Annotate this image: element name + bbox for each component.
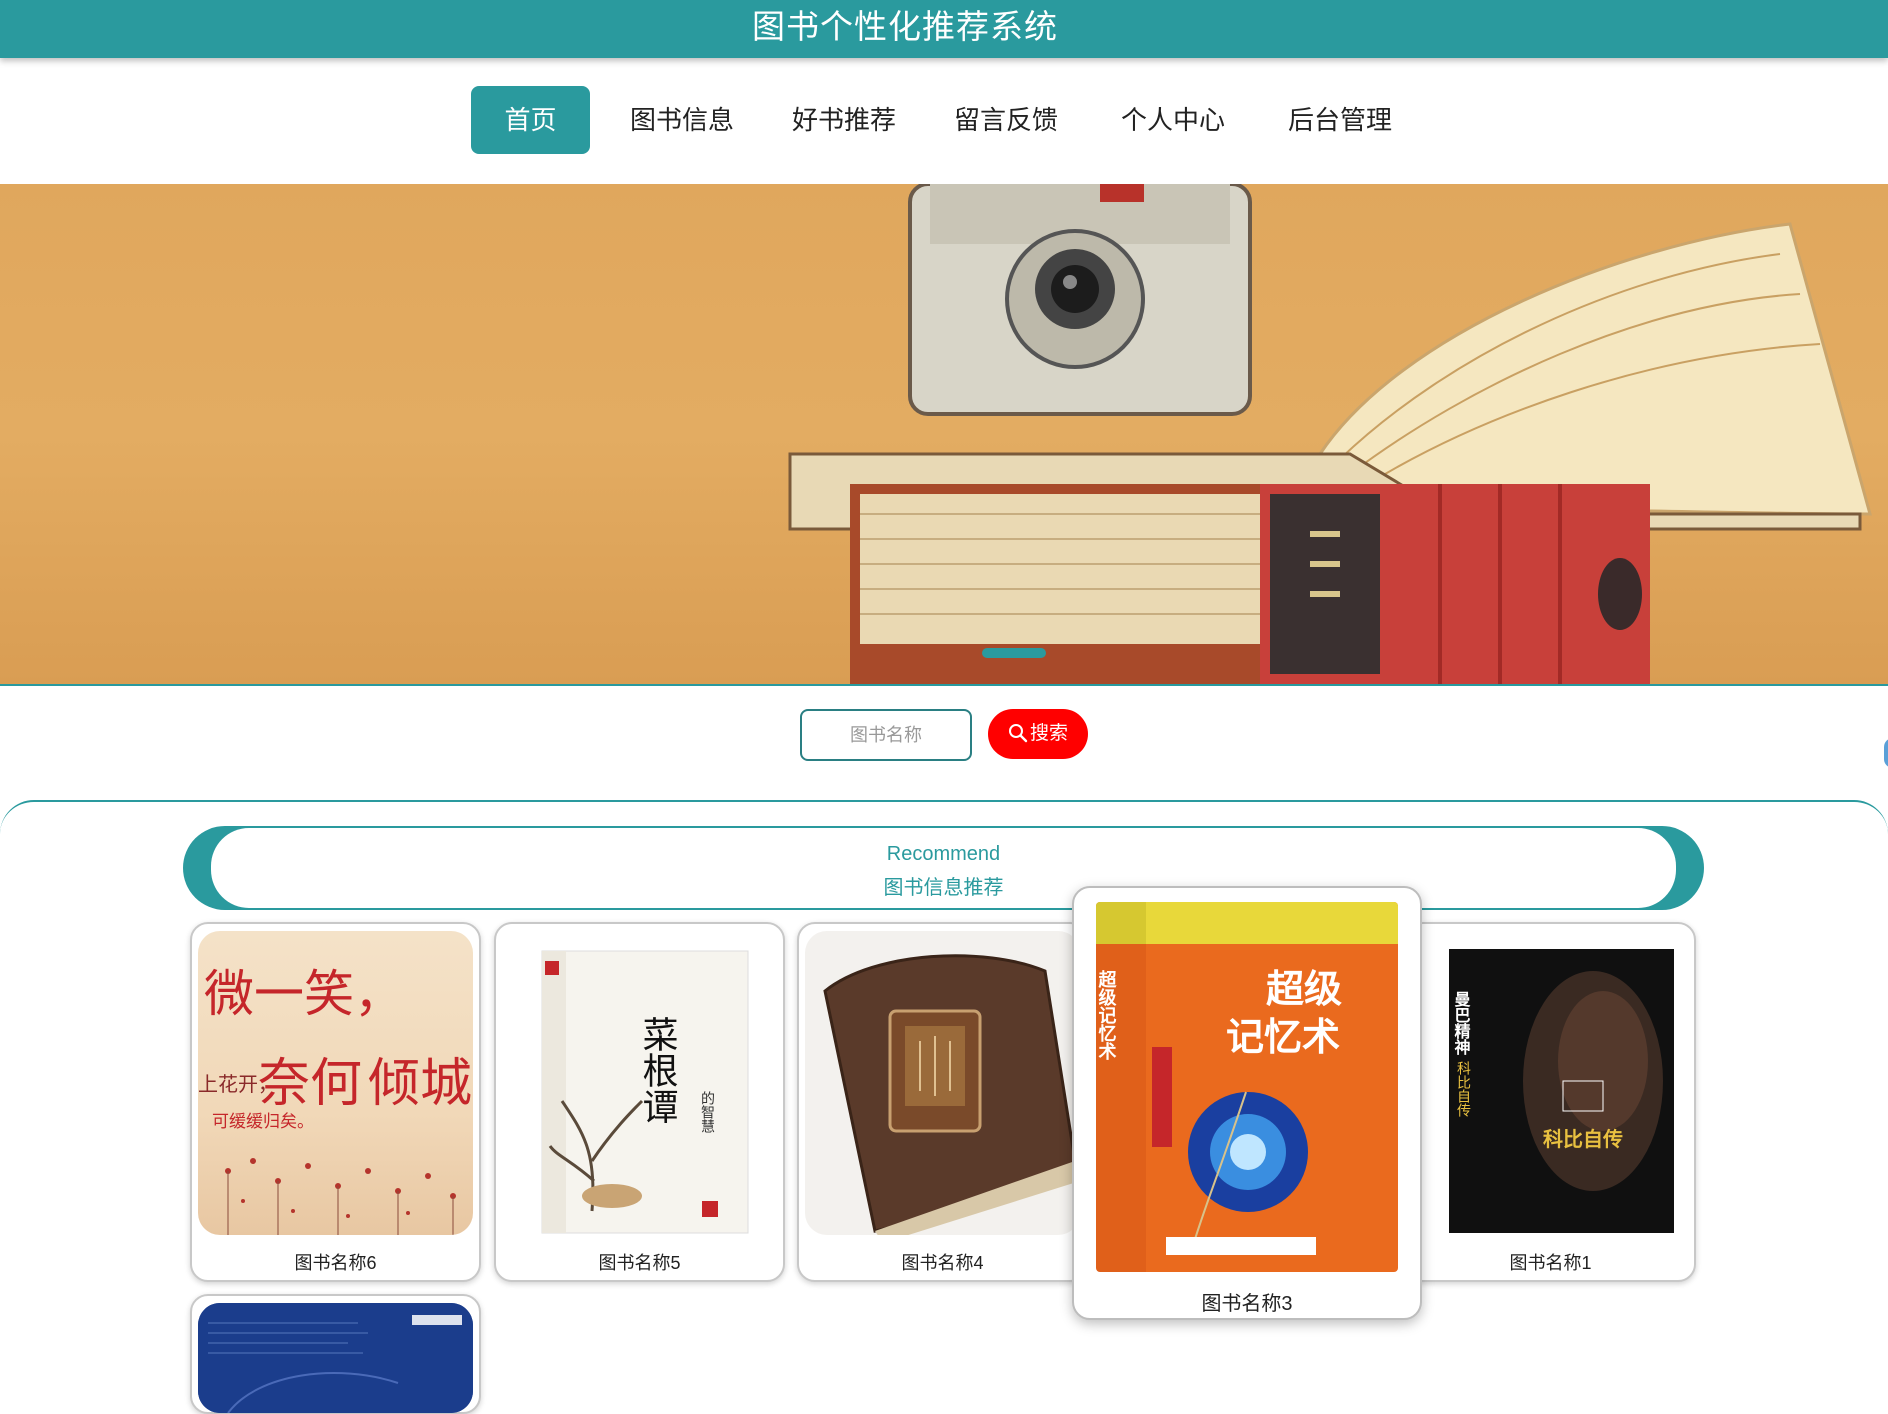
nav-item-book-info[interactable]: 图书信息 xyxy=(614,86,750,154)
banner-carousel[interactable] xyxy=(0,184,1888,684)
recommend-title-cn: 图书信息推荐 xyxy=(883,877,1004,899)
title-bar: 图书个性化推荐系统 xyxy=(0,0,1888,58)
svg-text:倾城: 倾城 xyxy=(368,1054,472,1114)
svg-text:菜根谭: 菜根谭 xyxy=(637,1016,678,1124)
book-cover xyxy=(198,1303,473,1413)
book-card[interactable]: 菜根谭 的智慧 图书名称5 xyxy=(494,922,785,1282)
book-name: 图书名称3 xyxy=(1201,1293,1293,1315)
nav-item-admin[interactable]: 后台管理 xyxy=(1272,86,1408,154)
book-card[interactable] xyxy=(190,1294,481,1414)
book-cover-art: 曼巴精神 科比自传 科比自传 xyxy=(1449,949,1674,1233)
book-card[interactable]: 曼巴精神 科比自传 科比自传 图书名称1 xyxy=(1405,922,1696,1282)
search-button-label: 搜索 xyxy=(1029,723,1068,744)
main-nav: 首页 图书信息 好书推荐 留言反馈 个人中心 后台管理 xyxy=(0,58,1888,184)
recommend-header-inner: Recommend 图书信息推荐 xyxy=(211,828,1676,908)
book-cover: 曼巴精神 科比自传 科比自传 xyxy=(1413,931,1688,1235)
banner-image xyxy=(788,184,1872,684)
carousel-indicator[interactable] xyxy=(982,648,1046,658)
book-cover-art xyxy=(198,1303,473,1413)
nav-item-feedback[interactable]: 留言反馈 xyxy=(938,86,1074,154)
recommend-header: Recommend 图书信息推荐 xyxy=(183,826,1704,910)
banner-divider xyxy=(0,684,1888,686)
svg-text:微一笑，: 微一笑， xyxy=(204,965,404,1023)
svg-text:曼巴精神: 曼巴精神 xyxy=(1452,990,1471,1056)
book-cover: 微一笑， 奈何 倾城 上花开， 可缓缓归矣。 xyxy=(198,931,473,1235)
book-card[interactable]: 微一笑， 奈何 倾城 上花开， 可缓缓归矣。 图书名称6 xyxy=(190,922,481,1282)
book-card[interactable]: 图书名称4 xyxy=(797,922,1088,1282)
search-input[interactable] xyxy=(800,709,972,761)
book-cover: 菜根谭 的智慧 xyxy=(502,931,777,1235)
svg-text:科比自传: 科比自传 xyxy=(1543,1127,1623,1151)
book-name: 图书名称4 xyxy=(901,1253,984,1273)
svg-text:科比自传: 科比自传 xyxy=(1455,1061,1471,1117)
book-name: 图书名称6 xyxy=(294,1253,377,1273)
recommend-title-en: Recommend xyxy=(886,843,1001,865)
book-card[interactable]: 超级 记忆术 超级记忆术 图书名称3 xyxy=(1072,886,1422,1320)
svg-text:上花开，: 上花开， xyxy=(198,1072,278,1096)
book-name: 图书名称1 xyxy=(1509,1253,1592,1273)
book-cover xyxy=(805,931,1080,1235)
nav-item-home[interactable]: 首页 xyxy=(471,86,590,154)
book-cover-art: 菜根谭 的智慧 xyxy=(541,950,749,1234)
nav-item-profile[interactable]: 个人中心 xyxy=(1105,86,1241,154)
search-button[interactable]: 搜索 xyxy=(988,709,1088,759)
side-float-button-1[interactable] xyxy=(1884,738,1888,768)
site-title: 图书个性化推荐系统 xyxy=(752,8,1058,45)
svg-text:超级: 超级 xyxy=(1266,967,1342,1011)
svg-text:的智慧: 的智慧 xyxy=(699,1091,715,1133)
svg-text:记忆术: 记忆术 xyxy=(1226,1015,1340,1059)
book-name: 图书名称5 xyxy=(598,1253,681,1273)
book-cover-art: 微一笑， 奈何 倾城 上花开， 可缓缓归矣。 xyxy=(198,965,472,1235)
book-cover-art xyxy=(823,954,1080,1235)
search-icon xyxy=(1008,724,1028,743)
svg-text:可缓缓归矣。: 可缓缓归矣。 xyxy=(212,1112,314,1132)
nav-item-recommend[interactable]: 好书推荐 xyxy=(776,86,912,154)
book-cover-art: 超级 记忆术 超级记忆术 xyxy=(1096,902,1398,1272)
book-cover: 超级 记忆术 超级记忆术 xyxy=(1096,902,1398,1272)
svg-text:超级记忆术: 超级记忆术 xyxy=(1096,969,1117,1061)
